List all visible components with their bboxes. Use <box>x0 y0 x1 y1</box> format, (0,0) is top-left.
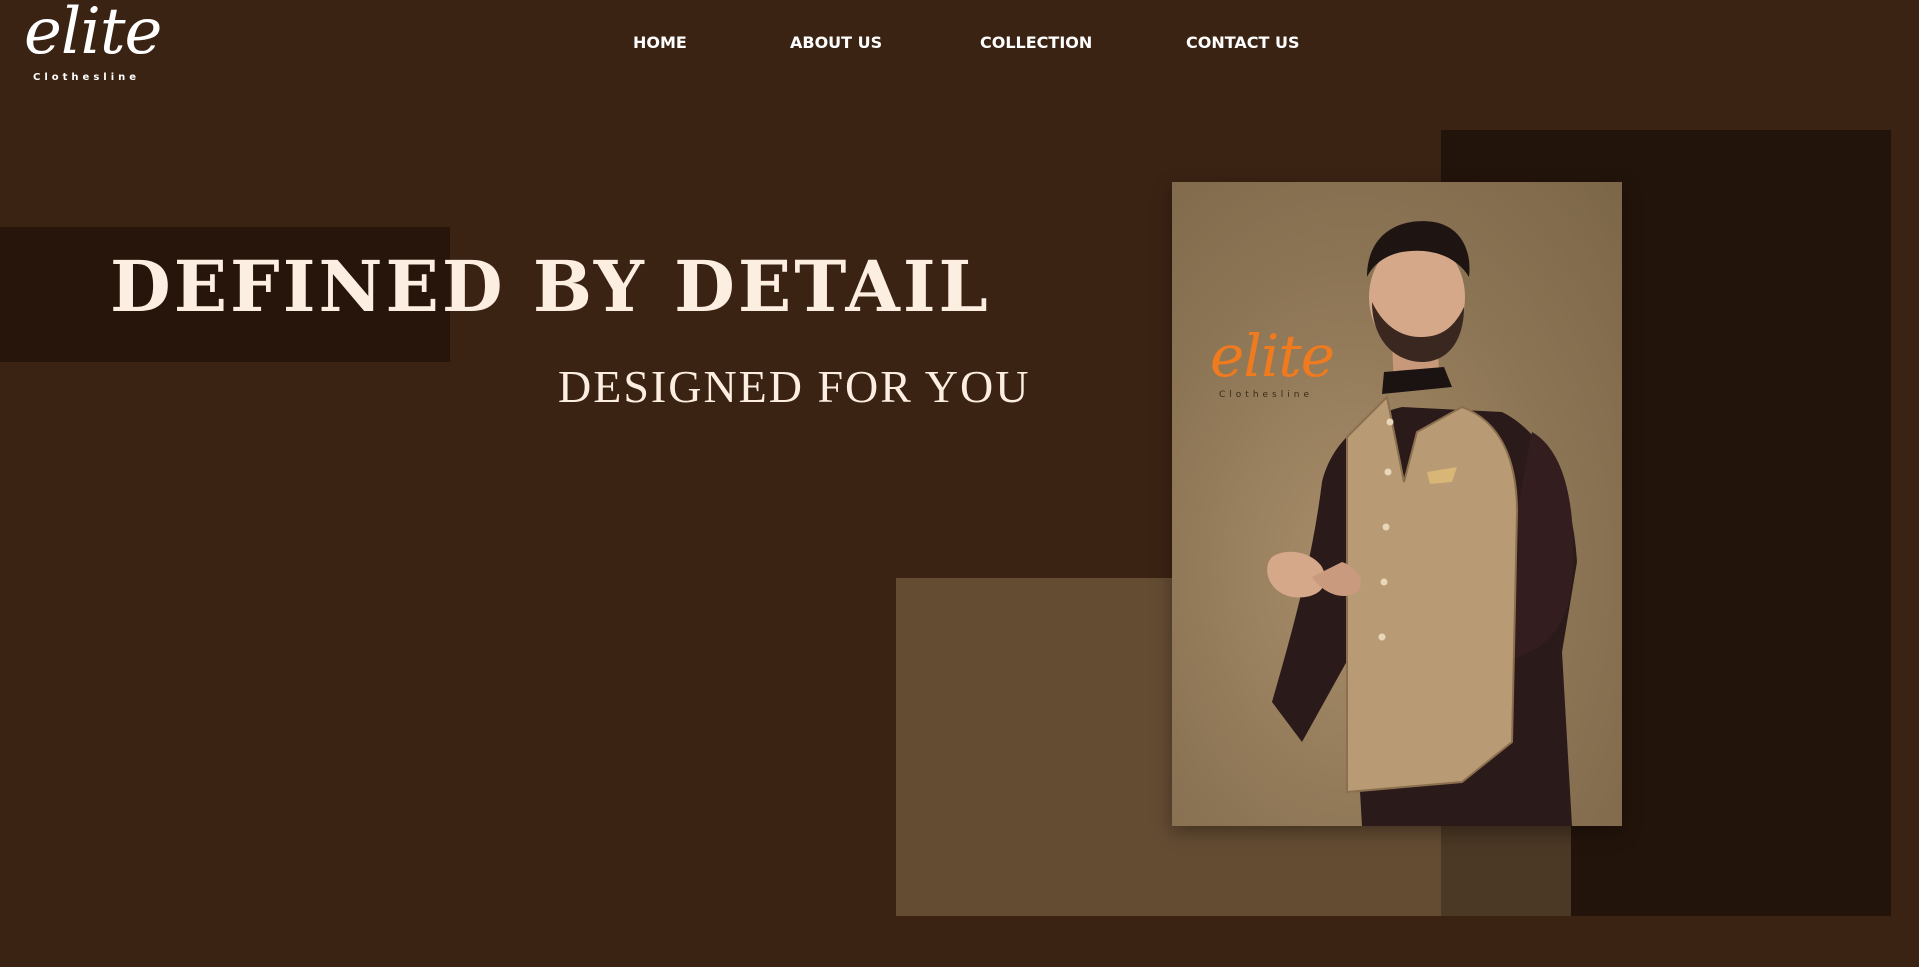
nav-item-home[interactable]: HOME <box>633 33 687 52</box>
model-illustration <box>1267 221 1577 826</box>
hero-headline: DEFINED BY DETAIL <box>110 245 991 328</box>
photo-brand-logo-tagline: Clothesline <box>1219 390 1313 400</box>
nav-item-collection[interactable]: COLLECTION <box>980 33 1092 52</box>
hero-subheadline: DESIGNED FOR YOU <box>558 361 1031 412</box>
main-nav: HOME ABOUT US COLLECTION CONTACT US <box>0 33 1919 57</box>
page: elite Clothesline HOME ABOUT US COLLECTI… <box>0 0 1919 967</box>
nav-item-contact-us[interactable]: CONTACT US <box>1186 33 1300 52</box>
brand-logo-tagline: Clothesline <box>33 72 141 83</box>
nav-item-about-us[interactable]: ABOUT US <box>790 33 882 52</box>
photo-brand-logo: elite Clothesline <box>1210 322 1350 412</box>
hero-model-photo: elite Clothesline <box>1172 182 1622 826</box>
photo-brand-logo-word: elite <box>1210 322 1335 390</box>
